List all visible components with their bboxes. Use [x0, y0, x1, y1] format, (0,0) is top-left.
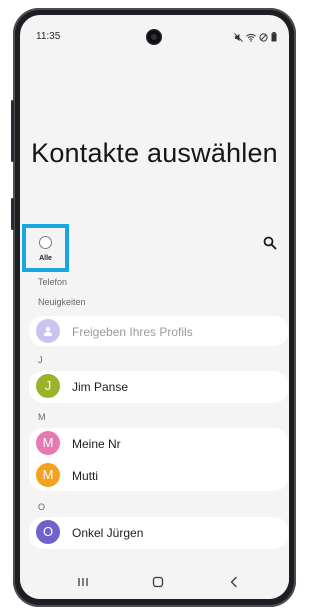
- mute-icon: [234, 32, 243, 42]
- side-button-power: [11, 198, 14, 230]
- side-button-volume: [11, 100, 14, 162]
- back-button[interactable]: [226, 575, 242, 589]
- battery-icon: [271, 32, 277, 42]
- contact-avatar: M: [36, 431, 60, 455]
- recent-apps-button[interactable]: [75, 575, 91, 589]
- blocked-icon: [259, 32, 268, 42]
- contact-name: Mutti: [72, 469, 99, 483]
- contact-row-mutti[interactable]: M Mutti: [29, 460, 288, 491]
- contact-row-meine-nr[interactable]: M Meine Nr: [29, 428, 288, 459]
- contact-group-m: M Meine Nr M Mutti: [29, 428, 288, 491]
- contact-avatar: O: [36, 520, 60, 544]
- profile-share-label: Freigeben Ihres Profils: [72, 325, 193, 339]
- contact-group-o: O Onkel Jürgen: [29, 517, 288, 549]
- contact-avatar: M: [36, 463, 60, 487]
- select-all-button[interactable]: Alle: [22, 224, 69, 272]
- person-icon: [43, 326, 53, 336]
- recent-apps-icon: [78, 578, 88, 586]
- contact-group-j: J Jim Panse: [29, 371, 288, 403]
- status-icons: [234, 31, 277, 43]
- page-title: Kontakte auswählen: [31, 138, 278, 168]
- back-icon: [230, 576, 237, 588]
- contact-row-onkel-juergen[interactable]: O Onkel Jürgen: [29, 517, 288, 548]
- section-label-telefon: Telefon: [38, 277, 68, 287]
- section-label-j: J: [38, 355, 43, 365]
- home-icon: [152, 576, 164, 588]
- search-button[interactable]: [262, 235, 278, 251]
- contact-name: Onkel Jürgen: [72, 526, 144, 540]
- status-time: 11:35: [36, 31, 61, 42]
- section-label-neuigkeiten: Neuigkeiten: [38, 297, 86, 307]
- contact-avatar: J: [36, 374, 60, 398]
- section-label-o: O: [38, 502, 46, 512]
- home-button[interactable]: [150, 575, 166, 589]
- status-bar: 11:35: [20, 15, 289, 45]
- select-all-checkbox[interactable]: [39, 236, 52, 249]
- contact-row-jim-panse[interactable]: J Jim Panse: [29, 371, 288, 402]
- navigation-bar: [20, 565, 289, 599]
- select-all-label: Alle: [39, 255, 52, 262]
- section-label-m: M: [38, 412, 46, 422]
- profile-share-card: Freigeben Ihres Profils: [29, 316, 288, 346]
- profile-avatar: [36, 319, 60, 343]
- contact-name: Meine Nr: [72, 437, 121, 451]
- search-icon: [263, 236, 277, 250]
- contact-name: Jim Panse: [72, 380, 129, 394]
- screen: 11:35 Kontakte auswählen Alle Telefon Ne…: [20, 15, 289, 599]
- wifi-icon: [246, 33, 256, 42]
- profile-share-row[interactable]: Freigeben Ihres Profils: [29, 316, 288, 347]
- front-camera: [146, 29, 162, 45]
